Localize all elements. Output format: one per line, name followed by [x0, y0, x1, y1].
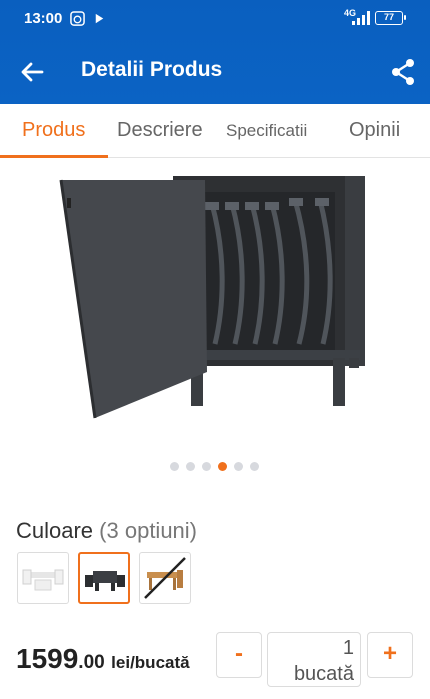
color-option-label: Culoare (3 optiuni) — [16, 518, 197, 544]
app-bar: Detalii Produs — [0, 40, 430, 104]
pager-dot[interactable] — [186, 462, 195, 471]
play-notification-icon — [95, 13, 104, 24]
color-swatch-dark-grey-set[interactable] — [78, 552, 130, 604]
active-tab-indicator — [0, 155, 108, 158]
pager-dot[interactable] — [250, 462, 259, 471]
increase-quantity-button[interactable]: + — [367, 632, 413, 678]
tab-descriere[interactable]: Descriere — [117, 119, 203, 142]
pager-dot-active[interactable] — [218, 462, 227, 471]
page-title: Detalii Produs — [81, 58, 223, 81]
dark-furniture-thumbnail — [85, 571, 125, 591]
pager-dot[interactable] — [170, 462, 179, 471]
price-unit: lei/bucată — [111, 653, 190, 672]
pager-dot[interactable] — [234, 462, 243, 471]
tab-opinii[interactable]: Opinii — [349, 119, 400, 142]
quantity-unit: bucată — [293, 663, 354, 685]
status-time: 13:00 — [24, 10, 63, 27]
arrow-left-icon[interactable] — [18, 58, 46, 86]
price-integer: 1599 — [16, 643, 79, 674]
color-label-text: Culoare — [16, 518, 94, 543]
tab-bar: Produs Descriere Specificatii Opinii — [0, 104, 430, 158]
price: 1599.00 lei/bucată — [16, 643, 190, 675]
battery-icon: 77 — [375, 11, 406, 25]
signal-icon — [352, 11, 370, 25]
top-bar: 13:00 4G 77 Detalii Produs — [0, 0, 430, 104]
tab-produs[interactable]: Produs — [22, 119, 85, 142]
decrease-quantity-button[interactable]: - — [216, 632, 262, 678]
price-decimal: .00 — [78, 652, 105, 673]
color-swatch-wood-set[interactable] — [139, 552, 191, 604]
color-option-count: (3 optiuni) — [99, 518, 198, 543]
status-bar: 13:00 4G 77 — [0, 0, 430, 38]
quantity-value[interactable]: 1 — [343, 637, 354, 660]
quantity-field[interactable]: 1 bucată — [267, 632, 361, 687]
product-image[interactable] — [55, 172, 375, 427]
pager-dot[interactable] — [202, 462, 211, 471]
white-furniture-thumbnail — [22, 569, 64, 591]
wood-furniture-thumbnail — [144, 557, 186, 599]
color-swatch-white-set[interactable] — [17, 552, 69, 604]
tab-specificatii[interactable]: Specificatii — [226, 121, 307, 141]
face-notification-icon — [70, 11, 85, 26]
share-icon[interactable] — [390, 58, 416, 86]
